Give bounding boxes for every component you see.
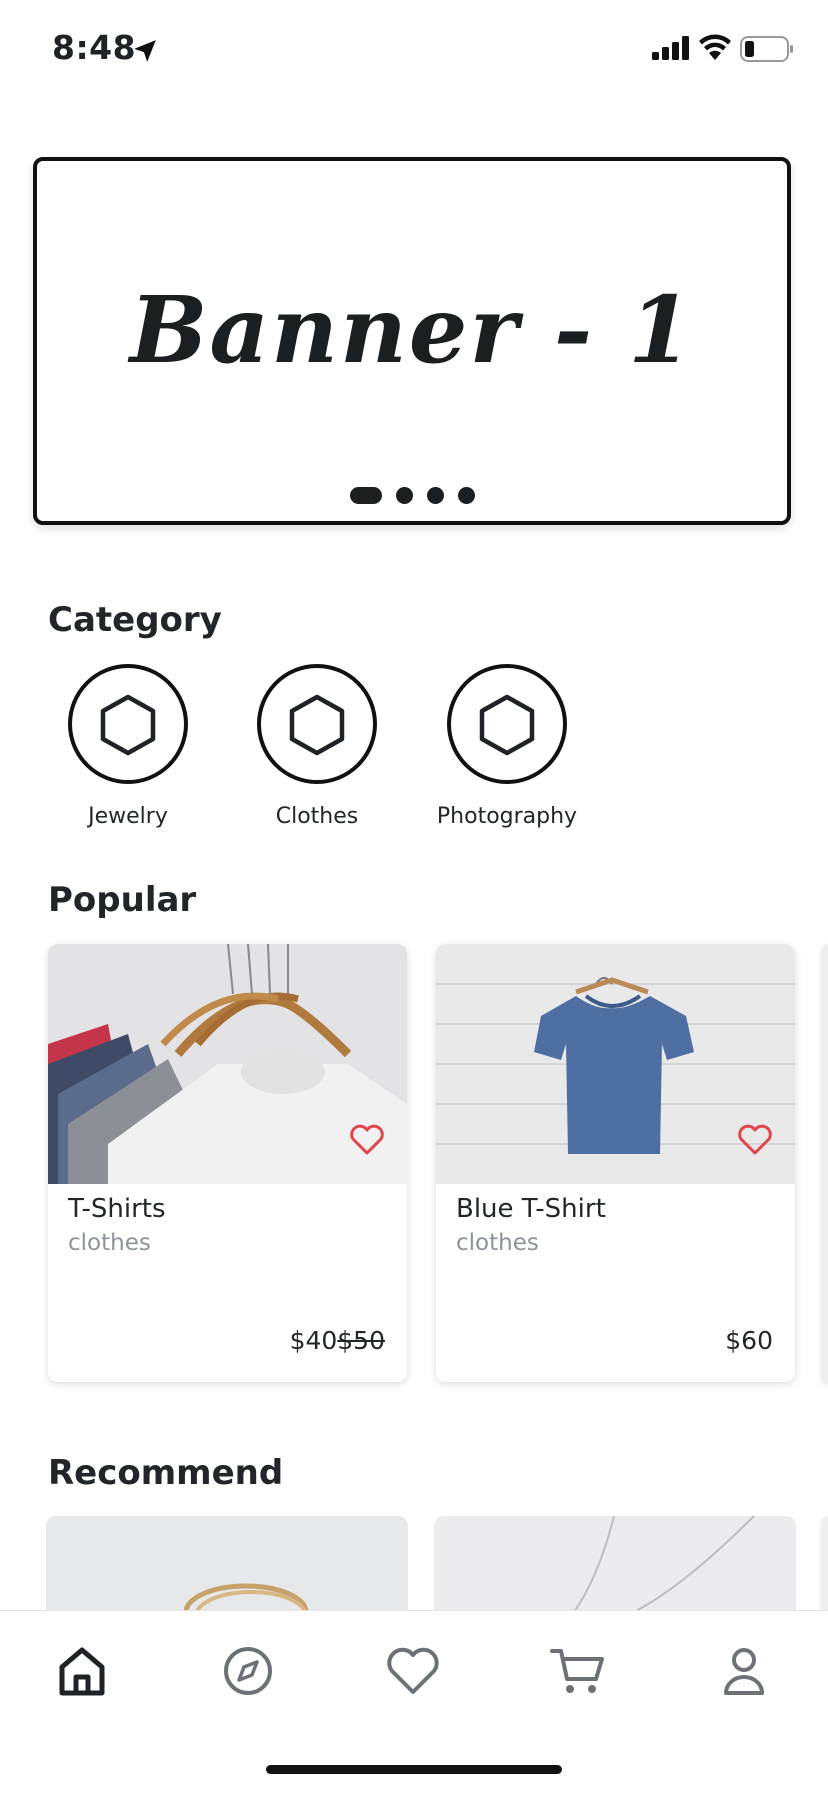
product-old-price: $50	[337, 1326, 385, 1355]
page-dot-active[interactable]	[349, 487, 382, 504]
gold-rings-photo[interactable]	[46, 1516, 408, 1612]
necklace-photo[interactable]	[434, 1516, 796, 1612]
product-category: clothes	[68, 1230, 151, 1256]
hexagon-icon	[479, 694, 535, 756]
banner-page-indicator	[37, 485, 787, 504]
product-card-blue-tshirt[interactable]: Blue T-Shirt clothes $60	[436, 944, 795, 1382]
category-item-photography[interactable]: Photography	[427, 664, 587, 829]
category-label: Photography	[436, 804, 578, 829]
compass-icon[interactable]	[218, 1641, 278, 1701]
status-bar: 8:48	[0, 0, 828, 100]
battery-icon	[740, 36, 793, 62]
heart-outline-icon[interactable]	[349, 1124, 385, 1156]
product-name: Blue T-Shirt	[456, 1194, 606, 1224]
next-product-card-peek[interactable]	[822, 944, 828, 1382]
category-section-title: Category	[48, 600, 222, 640]
cellular-signal-icon	[652, 36, 689, 60]
category-item-jewelry[interactable]: Jewelry	[48, 664, 208, 829]
hexagon-icon	[100, 694, 156, 756]
next-recommend-card-peek[interactable]	[822, 1516, 828, 1612]
status-time: 8:48	[52, 28, 137, 67]
category-icon-circle	[447, 664, 567, 784]
home-indicator[interactable]	[266, 1765, 562, 1774]
product-price: $60	[725, 1326, 773, 1355]
home-icon[interactable]	[52, 1641, 112, 1701]
heart-outline-icon[interactable]	[737, 1124, 773, 1156]
cart-icon[interactable]	[548, 1641, 608, 1701]
popular-section-title: Popular	[48, 880, 197, 920]
recommend-section-title: Recommend	[48, 1453, 284, 1493]
wifi-icon	[699, 34, 731, 60]
category-icon-circle	[257, 664, 377, 784]
heart-icon[interactable]	[383, 1641, 443, 1701]
page-dot[interactable]	[395, 487, 413, 504]
product-price: $40$50	[290, 1326, 385, 1355]
banner-title: Banner - 1	[129, 276, 695, 384]
promo-banner[interactable]: Banner - 1	[33, 157, 791, 525]
category-label: Clothes	[275, 804, 359, 829]
product-card-tshirts[interactable]: T-Shirts clothes $40$50	[48, 944, 407, 1382]
page-dot[interactable]	[457, 487, 475, 504]
page-dot[interactable]	[426, 487, 444, 504]
category-icon-circle	[68, 664, 188, 784]
bottom-tab-bar	[0, 1610, 828, 1793]
category-label: Jewelry	[88, 804, 168, 829]
hexagon-icon	[289, 694, 345, 756]
user-icon[interactable]	[714, 1641, 774, 1701]
category-item-clothes[interactable]: Clothes	[237, 664, 397, 829]
product-sale-price: $40	[289, 1326, 338, 1355]
location-arrow-icon	[134, 40, 156, 62]
product-category: clothes	[456, 1230, 539, 1256]
product-name: T-Shirts	[68, 1194, 166, 1224]
